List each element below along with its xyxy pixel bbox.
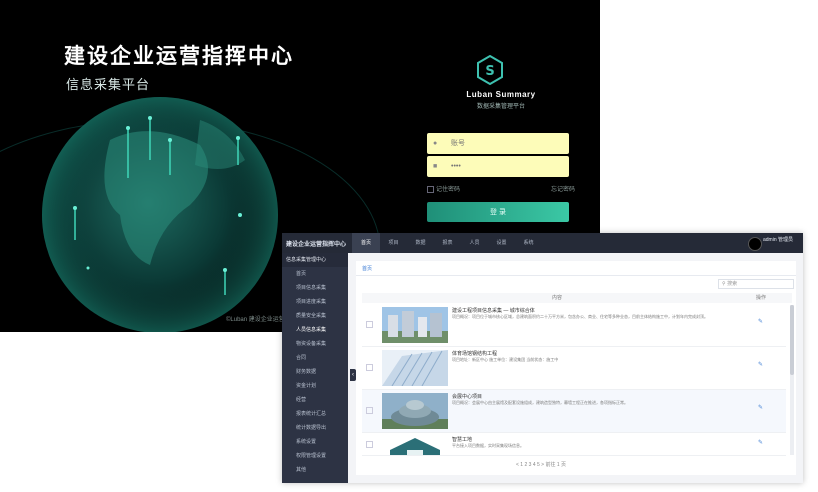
row-checkbox[interactable] [366, 441, 373, 448]
brand-logo-icon: S [477, 55, 503, 85]
row-checkbox[interactable] [366, 321, 373, 328]
tab-system[interactable]: 系统 [515, 233, 542, 253]
row-description: 项目概况：会展中心由主展馆及配套设施组成，建筑造型独特，幕墙工程正在推进，各项指… [452, 400, 628, 405]
row-title: 会展中心项目 [452, 394, 483, 400]
project-thumbnail [382, 307, 448, 343]
sidebar-item[interactable]: 统计数据导出 [282, 421, 348, 435]
sidebar-item-active[interactable]: 人员信息采集 [282, 323, 348, 337]
top-navbar: 建设企业运营指挥中心 首页 项目 数据 报表 人员 设置 系统 admin 管理… [282, 233, 803, 253]
sidebar: 信息采集管理中心 首页 项目信息采集 项目进度采集 质量安全采集 人员信息采集 … [282, 253, 348, 483]
sidebar-item[interactable]: 物资设备采集 [282, 337, 348, 351]
edit-icon[interactable]: ✎ [758, 404, 764, 411]
edit-icon[interactable]: ✎ [758, 361, 764, 368]
remember-checkbox[interactable]: 记住密码 [427, 184, 460, 193]
tab-project[interactable]: 项目 [380, 233, 407, 253]
table-row[interactable]: 会展中心项目 项目概况：会展中心由主展馆及配套设施组成，建筑造型独特，幕墙工程正… [362, 390, 786, 433]
row-description: 平台接入项目数据，实时采集现场信息。 [452, 443, 524, 448]
project-thumbnail [382, 350, 448, 386]
sidebar-item[interactable]: 项目信息采集 [282, 281, 348, 295]
login-subtitle: 信息采集平台 [66, 78, 151, 93]
project-thumbnail [382, 436, 448, 455]
tab-home[interactable]: 首页 [352, 233, 380, 253]
search-input[interactable]: ⚲ 搜索 [718, 279, 794, 289]
remember-label: 记住密码 [436, 187, 461, 193]
admin-window: 建设企业运营指挥中心 首页 项目 数据 报表 人员 设置 系统 admin 管理… [282, 233, 803, 483]
row-title: 建设工程项目信息采集 — 城市综合体 [452, 308, 535, 314]
login-title: 建设企业运营指挥中心 [64, 44, 294, 68]
user-icon: ● [433, 140, 438, 147]
sidebar-item[interactable]: 首页 [282, 267, 348, 281]
sidebar-item[interactable]: 报表统计汇总 [282, 407, 348, 421]
tab-people[interactable]: 人员 [461, 233, 488, 253]
lock-icon: ■ [433, 163, 438, 170]
sidebar-item[interactable]: 合同 [282, 351, 348, 365]
avatar[interactable] [748, 237, 762, 251]
main-content: 首页 ⚲ 搜索 内容 操作 建设工程项目信息采集 — 城市综合体 项目概况：项目… [356, 261, 796, 475]
sidebar-group-title[interactable]: 信息采集管理中心 [282, 253, 348, 267]
username-field[interactable] [427, 133, 569, 154]
edit-icon[interactable]: ✎ [758, 318, 764, 325]
table-header-content: 内容 [552, 295, 563, 301]
pagination[interactable]: < 1 2 3 4 5 > 前往 1 页 [516, 461, 566, 468]
table-row[interactable]: 建设工程项目信息采集 — 城市综合体 项目概况：项目位于城市核心区域，总建筑面积… [362, 304, 786, 347]
row-checkbox[interactable] [366, 364, 373, 371]
sidebar-item[interactable]: 项目进度采集 [282, 295, 348, 309]
forgot-password-link[interactable]: 忘记密码 [551, 184, 575, 193]
tab-report[interactable]: 报表 [434, 233, 461, 253]
sidebar-item[interactable]: 权限管理设置 [282, 449, 348, 463]
table-header: 内容 操作 [362, 293, 792, 303]
row-title: 智慧工地 [452, 437, 473, 443]
row-description: 项目地址：新区中心 施工单位：建设集团 当前状态：施工中 [452, 357, 559, 362]
sidebar-item[interactable]: 经营 [282, 393, 348, 407]
breadcrumb[interactable]: 首页 [362, 265, 372, 272]
sidebar-item[interactable]: 财务数据 [282, 365, 348, 379]
svg-text:S: S [485, 64, 494, 79]
password-field[interactable] [427, 156, 569, 177]
user-name[interactable]: admin 管理员 [763, 238, 795, 243]
brand-name: Luban Summary [466, 90, 536, 99]
table-header-action: 操作 [756, 295, 767, 301]
row-checkbox[interactable] [366, 407, 373, 414]
checkbox-icon[interactable] [427, 185, 434, 193]
search-icon: ⚲ [722, 281, 726, 287]
tab-settings[interactable]: 设置 [488, 233, 515, 253]
row-description: 项目概况：项目位于城市核心区域，总建筑面积约二十万平方米，包含办公、商业、住宅等… [452, 314, 708, 319]
table-row[interactable]: 智慧工地 平台接入项目数据，实时采集现场信息。 ✎ [362, 433, 786, 456]
sidebar-item[interactable]: 质量安全采集 [282, 309, 348, 323]
brand-subtitle: 数据采集管理平台 [476, 104, 525, 110]
system-title: 建设企业运营指挥中心 [286, 242, 347, 248]
vertical-scrollbar[interactable] [790, 305, 794, 455]
divider [356, 275, 796, 276]
sidebar-item[interactable]: 资金计划 [282, 379, 348, 393]
sidebar-item[interactable]: 其他 [282, 463, 348, 477]
project-thumbnail [382, 393, 448, 429]
login-button[interactable]: 登 录 [427, 202, 569, 222]
sidebar-item[interactable]: 系统设置 [282, 435, 348, 449]
table-row[interactable]: 体育场馆钢结构工程 项目地址：新区中心 施工单位：建设集团 当前状态：施工中 ✎ [362, 347, 786, 390]
edit-icon[interactable]: ✎ [758, 439, 764, 446]
scrollbar-thumb[interactable] [790, 305, 794, 375]
row-title: 体育场馆钢结构工程 [452, 351, 498, 357]
tab-data[interactable]: 数据 [407, 233, 434, 253]
